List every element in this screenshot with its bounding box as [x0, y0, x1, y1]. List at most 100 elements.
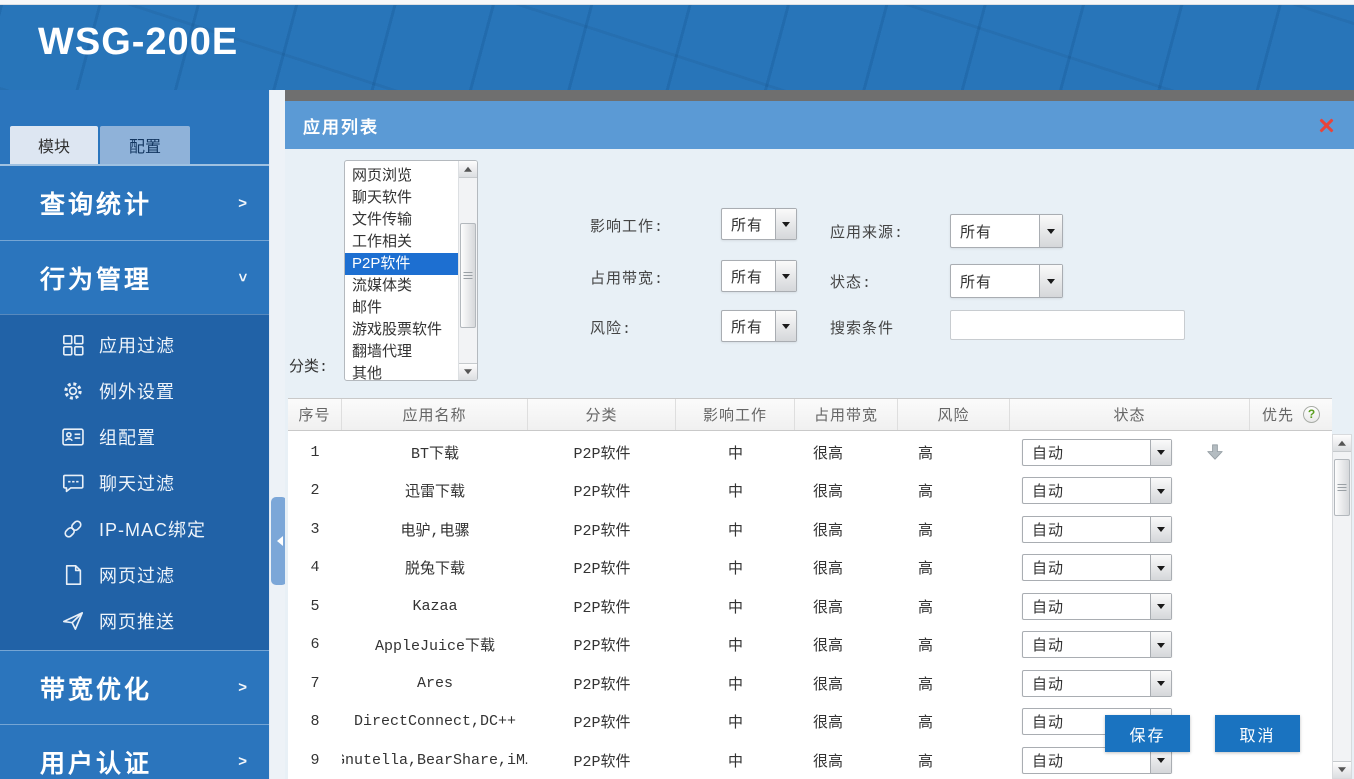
- bandwidth-filter-label: 占用带宽:: [590, 267, 664, 288]
- status-select[interactable]: 自动: [1022, 554, 1172, 581]
- dropdown-button[interactable]: [1150, 671, 1171, 696]
- cancel-button[interactable]: 取消: [1215, 715, 1300, 752]
- table-row: 3 电驴,电骡 P2P软件 中 很高 高 自动: [288, 510, 1332, 549]
- sidebar-item-app-filter[interactable]: 应用过滤: [0, 322, 269, 368]
- dropdown-button[interactable]: [1150, 594, 1171, 619]
- sidebar-section-query-stats[interactable]: 查询统计 >: [0, 166, 269, 240]
- dialog-titlebar: 应用列表: [285, 101, 1354, 149]
- status-select[interactable]: 自动: [1022, 593, 1172, 620]
- app-title: WSG-200E: [38, 21, 238, 64]
- dropdown-button[interactable]: [1150, 555, 1171, 580]
- scrollbar-thumb[interactable]: [460, 223, 476, 328]
- page-icon: [60, 562, 86, 588]
- sidebar-item-ip-mac-binding[interactable]: IP-MAC绑定: [0, 506, 269, 552]
- category-option[interactable]: 其他: [345, 363, 458, 381]
- chat-bubble-icon: [60, 470, 86, 496]
- chevron-right-icon: >: [238, 679, 247, 696]
- help-icon[interactable]: ?: [1303, 406, 1320, 423]
- category-option[interactable]: 邮件: [345, 297, 458, 319]
- sidebar-item-group-config[interactable]: 组配置: [0, 414, 269, 460]
- dropdown-button[interactable]: [1039, 265, 1062, 297]
- sidebar-tabs: 模块 配置: [0, 90, 269, 166]
- priority-down-icon[interactable]: [1203, 441, 1226, 464]
- table-row: 7 Ares P2P软件 中 很高 高 自动: [288, 664, 1332, 703]
- search-input[interactable]: [950, 310, 1185, 340]
- source-filter-label: 应用来源:: [830, 221, 904, 242]
- collapse-left-icon: [272, 536, 283, 546]
- dropdown-arrow-icon: [1047, 279, 1055, 288]
- scroll-up-button[interactable]: [459, 161, 477, 178]
- dropdown-button[interactable]: [1039, 215, 1062, 247]
- sidebar-item-web-filter[interactable]: 网页过滤: [0, 552, 269, 598]
- table-header: 序号 应用名称 分类 影响工作 占用带宽 风险 状态 优先 ?: [288, 398, 1332, 431]
- chevron-down-icon: >: [234, 273, 251, 282]
- search-label: 搜索条件: [830, 317, 894, 338]
- dialog-body: 分类: 网页浏览聊天软件文件传输工作相关P2P软件流媒体类邮件游戏股票软件翻墙代…: [285, 149, 1354, 779]
- category-option[interactable]: 网页浏览: [345, 165, 458, 187]
- table-row: 4 脱兔下载 P2P软件 中 很高 高 自动: [288, 549, 1332, 588]
- screen: WSG-200E 模块 配置 查询统计 > 行为管理 > 应用过滤: [0, 0, 1354, 779]
- category-option[interactable]: 翻墙代理: [345, 341, 458, 363]
- tab-config[interactable]: 配置: [100, 126, 190, 164]
- category-option[interactable]: 工作相关: [345, 231, 458, 253]
- dropdown-arrow-icon: [782, 222, 790, 231]
- dropdown-arrow-icon: [1157, 604, 1165, 613]
- dropdown-arrow-icon: [1157, 450, 1165, 459]
- impact-filter-label: 影响工作:: [590, 215, 664, 236]
- status-select[interactable]: 自动: [1022, 670, 1172, 697]
- status-select[interactable]: 自动: [1022, 477, 1172, 504]
- dropdown-button[interactable]: [1150, 632, 1171, 657]
- risk-filter-select[interactable]: 所有: [721, 310, 797, 342]
- sidebar-item-web-push[interactable]: 网页推送: [0, 598, 269, 644]
- table-row: 5 Kazaa P2P软件 中 很高 高 自动: [288, 587, 1332, 626]
- app-header: WSG-200E: [0, 5, 1354, 90]
- impact-filter-select[interactable]: 所有: [721, 208, 797, 240]
- close-icon[interactable]: [1319, 118, 1334, 133]
- state-filter-select[interactable]: 所有: [950, 264, 1063, 298]
- category-option[interactable]: 流媒体类: [345, 275, 458, 297]
- tab-module[interactable]: 模块: [10, 126, 98, 164]
- arrow-down-icon: [1338, 767, 1346, 776]
- save-button[interactable]: 保存: [1105, 715, 1190, 752]
- grid-icon: [60, 332, 86, 358]
- sidebar-item-exceptions[interactable]: 例外设置: [0, 368, 269, 414]
- sidebar-section-bandwidth[interactable]: 带宽优化 >: [0, 650, 269, 724]
- dropdown-button[interactable]: [1150, 478, 1171, 503]
- dropdown-button[interactable]: [1150, 440, 1171, 465]
- dropdown-arrow-icon: [782, 274, 790, 283]
- sidebar-section-user-auth[interactable]: 用户认证 >: [0, 724, 269, 779]
- dialog-title: 应用列表: [303, 113, 379, 138]
- status-select[interactable]: 自动: [1022, 631, 1172, 658]
- scrollbar-thumb[interactable]: [1334, 459, 1350, 516]
- dropdown-arrow-icon: [1047, 229, 1055, 238]
- sidebar-section-behavior-mgmt[interactable]: 行为管理 >: [0, 240, 269, 314]
- category-list: 网页浏览聊天软件文件传输工作相关P2P软件流媒体类邮件游戏股票软件翻墙代理其他: [345, 161, 458, 380]
- source-filter-select[interactable]: 所有: [950, 214, 1063, 248]
- category-option[interactable]: 聊天软件: [345, 187, 458, 209]
- dropdown-button[interactable]: [775, 261, 796, 291]
- table-row: 1 BT下载 P2P软件 中 很高 高 自动: [288, 433, 1332, 472]
- status-select[interactable]: 自动: [1022, 516, 1172, 543]
- dropdown-arrow-icon: [1157, 643, 1165, 652]
- table-row: 2 迅雷下载 P2P软件 中 很高 高 自动: [288, 472, 1332, 511]
- bandwidth-filter-select[interactable]: 所有: [721, 260, 797, 292]
- category-option[interactable]: 游戏股票软件: [345, 319, 458, 341]
- dropdown-button[interactable]: [1150, 517, 1171, 542]
- category-option[interactable]: 文件传输: [345, 209, 458, 231]
- category-option[interactable]: P2P软件: [345, 253, 458, 275]
- dropdown-button[interactable]: [775, 311, 796, 341]
- status-select[interactable]: 自动: [1022, 439, 1172, 466]
- scroll-up-button[interactable]: [1333, 435, 1351, 452]
- sidebar-item-chat-filter[interactable]: 聊天过滤: [0, 460, 269, 506]
- arrow-up-icon: [464, 163, 472, 172]
- paper-plane-icon: [60, 608, 86, 634]
- dropdown-arrow-icon: [782, 324, 790, 333]
- listbox-scrollbar[interactable]: [458, 161, 477, 380]
- dropdown-button[interactable]: [775, 209, 796, 239]
- chevron-right-icon: >: [238, 753, 247, 770]
- scroll-down-button[interactable]: [1333, 761, 1351, 778]
- category-listbox[interactable]: 网页浏览聊天软件文件传输工作相关P2P软件流媒体类邮件游戏股票软件翻墙代理其他: [344, 160, 478, 381]
- arrow-down-icon: [464, 369, 472, 378]
- table-scrollbar[interactable]: [1332, 434, 1352, 779]
- scroll-down-button[interactable]: [459, 363, 477, 380]
